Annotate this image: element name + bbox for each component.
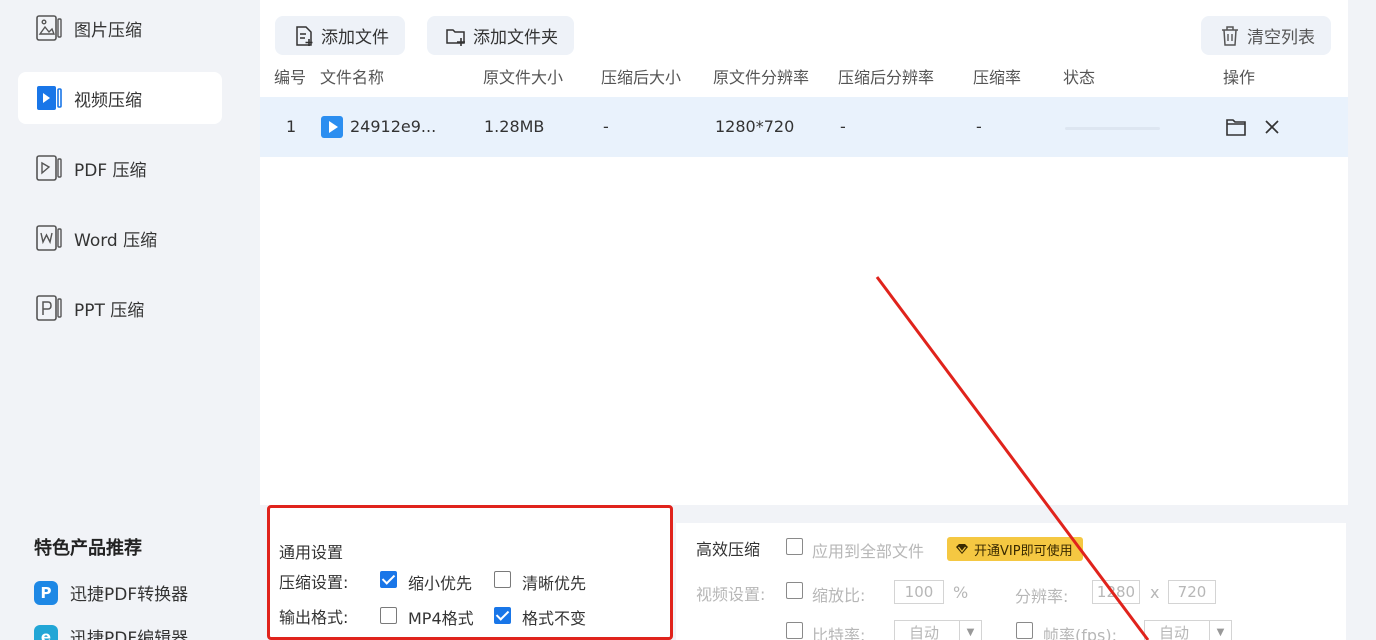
- promo-pdf-editor[interactable]: e 迅捷PDF编辑器: [34, 624, 188, 640]
- general-settings-title: 通用设置: [279, 543, 344, 562]
- scale-checkbox[interactable]: [786, 582, 803, 599]
- col-header-name: 文件名称: [320, 68, 385, 87]
- sidebar-item-word-compress[interactable]: Word 压缩: [18, 212, 222, 264]
- chevron-down-icon: ▼: [1209, 621, 1231, 640]
- add-file-label: 添加文件: [321, 28, 389, 48]
- sidebar-item-label: PDF 压缩: [74, 160, 147, 181]
- status-progress-bar: [1065, 127, 1160, 130]
- sidebar: 图片压缩 视频压缩 PDF 压缩 Word 压缩 PPT 压缩 特色产品推荐 P…: [0, 0, 250, 640]
- sidebar-item-label: Word 压缩: [74, 230, 158, 251]
- open-folder-icon[interactable]: [1225, 116, 1247, 138]
- add-file-icon: [296, 25, 313, 46]
- sidebar-item-image-compress[interactable]: 图片压缩: [18, 2, 222, 54]
- sidebar-item-label: PPT 压缩: [74, 300, 145, 321]
- mp4-format-label: MP4格式: [408, 609, 474, 628]
- clear-list-label: 清空列表: [1247, 28, 1315, 48]
- pdf-editor-logo-icon: e: [34, 624, 58, 640]
- vip-badge-label: 开通VIP即可使用: [974, 543, 1073, 559]
- pdf-file-icon: [34, 153, 64, 183]
- apply-all-checkbox[interactable]: [786, 538, 803, 555]
- chevron-down-icon: ▼: [959, 621, 981, 640]
- resolution-label: 分辨率:: [1015, 587, 1069, 606]
- scale-input[interactable]: 100: [894, 580, 944, 604]
- bitrate-select-value: 自动: [909, 623, 940, 640]
- shrink-priority-label: 缩小优先: [408, 574, 473, 593]
- row-comp-size: -: [603, 117, 609, 136]
- video-settings-label: 视频设置:: [696, 585, 766, 604]
- efficient-compress-panel: 高效压缩 应用到全部文件 开通VIP即可使用 视频设置: 缩放比: 100 % …: [676, 523, 1346, 640]
- col-header-orig-res: 原文件分辨率: [713, 68, 810, 87]
- table-row[interactable]: 1 24912e9... 1.28MB - 1280*720 - -: [260, 97, 1348, 157]
- row-ratio: -: [976, 117, 982, 136]
- shrink-priority-checkbox[interactable]: [380, 571, 397, 588]
- clear-list-button[interactable]: 清空列表: [1201, 16, 1331, 55]
- table-header: 编号 文件名称 原文件大小 压缩后大小 原文件分辨率 压缩后分辨率 压缩率 状态…: [260, 64, 1348, 88]
- col-header-comp-res: 压缩后分辨率: [838, 68, 935, 87]
- bitrate-label: 比特率:: [812, 626, 866, 640]
- diamond-icon: [956, 544, 968, 554]
- clarity-priority-checkbox[interactable]: [494, 571, 511, 588]
- keep-format-label: 格式不变: [522, 609, 587, 628]
- fps-select[interactable]: 自动 ▼: [1144, 620, 1232, 640]
- bitrate-select[interactable]: 自动 ▼: [894, 620, 982, 640]
- resolution-width-input[interactable]: 1280: [1092, 580, 1140, 604]
- col-header-orig-size: 原文件大小: [483, 68, 564, 87]
- image-file-icon: [34, 13, 64, 43]
- add-file-button[interactable]: 添加文件: [275, 16, 405, 55]
- fps-label: 帧率(fps):: [1043, 626, 1118, 640]
- keep-format-checkbox[interactable]: [494, 607, 511, 624]
- row-orig-res: 1280*720: [715, 117, 795, 136]
- sidebar-item-pdf-compress[interactable]: PDF 压缩: [18, 142, 222, 194]
- col-header-actions: 操作: [1223, 68, 1256, 87]
- add-folder-button[interactable]: 添加文件夹: [427, 16, 574, 55]
- row-file-name: 24912e9...: [350, 117, 437, 136]
- resolution-height-input[interactable]: 720: [1168, 580, 1216, 604]
- col-header-ratio: 压缩率: [973, 68, 1022, 87]
- apply-all-label: 应用到全部文件: [812, 542, 925, 561]
- sidebar-item-ppt-compress[interactable]: PPT 压缩: [18, 282, 222, 334]
- add-folder-icon: [446, 28, 465, 46]
- promo-label: 迅捷PDF编辑器: [70, 629, 189, 640]
- fps-checkbox[interactable]: [1016, 622, 1033, 639]
- sidebar-item-label: 图片压缩: [74, 20, 142, 41]
- remove-row-icon[interactable]: [1261, 116, 1283, 138]
- col-header-status: 状态: [1063, 68, 1096, 87]
- clarity-priority-label: 清晰优先: [522, 574, 587, 593]
- col-header-index: 编号: [274, 68, 307, 87]
- scale-unit: %: [953, 583, 969, 602]
- sidebar-item-video-compress[interactable]: 视频压缩: [18, 72, 222, 124]
- bitrate-checkbox[interactable]: [786, 622, 803, 639]
- col-header-comp-size: 压缩后大小: [601, 68, 682, 87]
- output-format-label: 输出格式:: [279, 608, 349, 627]
- vip-badge[interactable]: 开通VIP即可使用: [947, 537, 1083, 561]
- add-folder-label: 添加文件夹: [473, 28, 558, 48]
- word-file-icon: [34, 223, 64, 253]
- row-comp-res: -: [840, 117, 846, 136]
- video-file-icon: [321, 116, 343, 138]
- featured-products-title: 特色产品推荐: [34, 538, 142, 559]
- efficient-compress-title: 高效压缩: [696, 540, 761, 559]
- general-settings-panel: 通用设置 压缩设置: 缩小优先 清晰优先 输出格式: MP4格式 格式不变: [267, 505, 673, 640]
- trash-icon: [1222, 25, 1238, 46]
- row-orig-size: 1.28MB: [484, 117, 545, 136]
- pdf-converter-logo-icon: P: [34, 580, 58, 605]
- ppt-file-icon: [34, 293, 64, 323]
- promo-pdf-converter[interactable]: P 迅捷PDF转换器: [34, 580, 188, 605]
- row-index: 1: [286, 117, 297, 136]
- video-file-icon: [34, 83, 64, 113]
- compress-setting-label: 压缩设置:: [279, 573, 349, 592]
- sidebar-item-label: 视频压缩: [74, 90, 142, 111]
- file-list-panel: 添加文件 添加文件夹 清空列表 编号 文件名称 原文件大小 压缩后大小 原文件分…: [260, 0, 1348, 505]
- fps-select-value: 自动: [1159, 623, 1190, 640]
- promo-label: 迅捷PDF转换器: [70, 585, 189, 605]
- mp4-format-checkbox[interactable]: [380, 607, 397, 624]
- resolution-x: x: [1150, 583, 1160, 602]
- scale-label: 缩放比:: [812, 586, 866, 605]
